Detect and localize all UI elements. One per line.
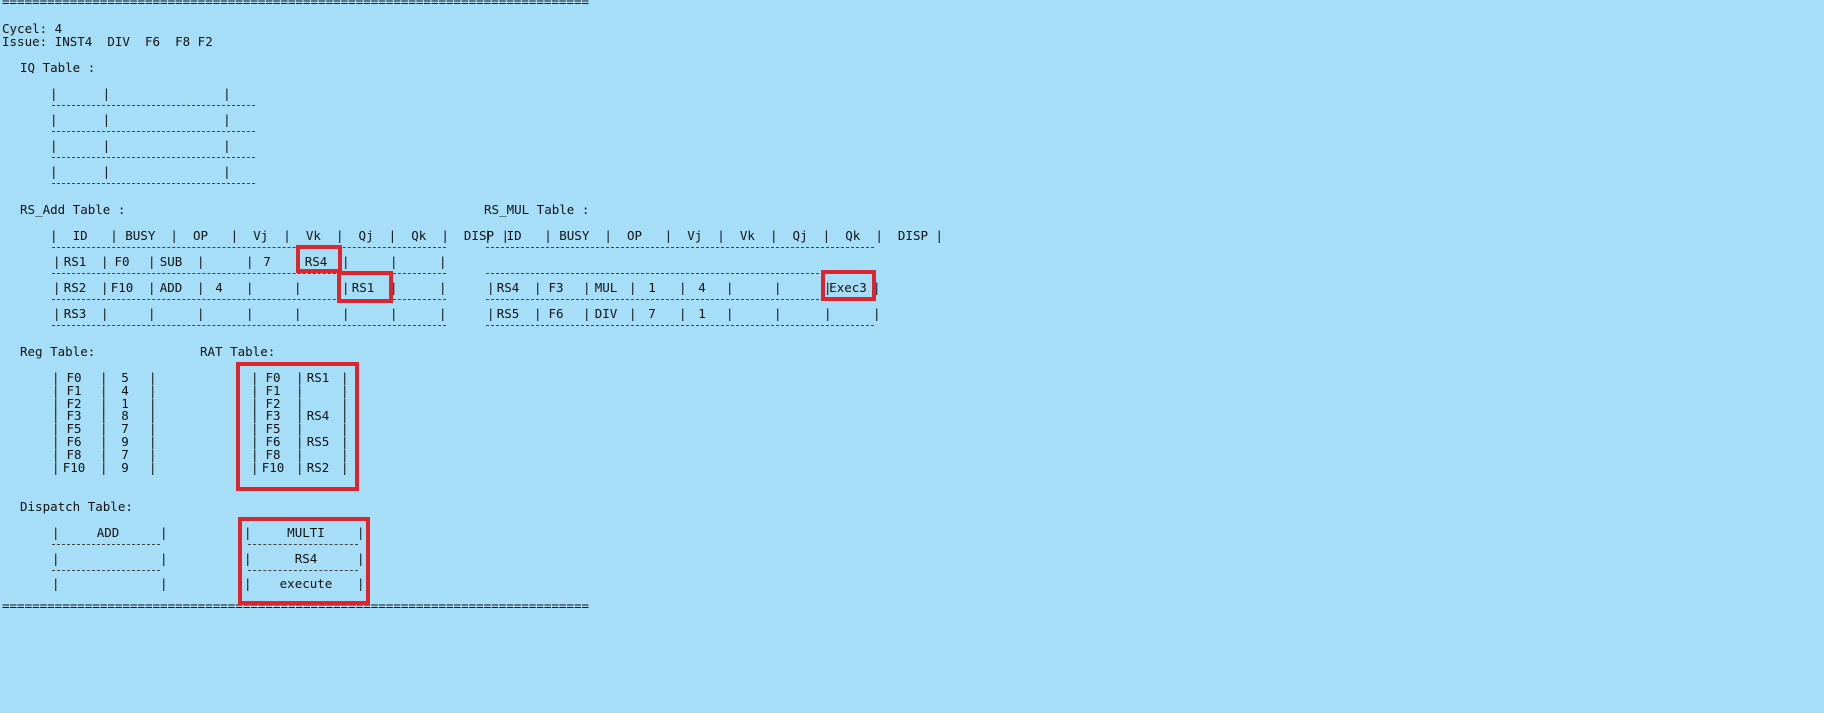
reg-table-title: Reg Table: [20, 344, 96, 359]
rs-add-divider [52, 247, 446, 248]
highlight-rs-mul-disp [821, 270, 876, 301]
dispatch-table-title: Dispatch Table: [20, 499, 133, 514]
iq-divider [52, 183, 255, 184]
rs-mul-cell-vk: 4 [698, 280, 706, 295]
rs-mul-divider [486, 273, 874, 274]
rs-add-cell-border: | [439, 254, 447, 269]
rs-mul-cell-border: | [824, 306, 832, 321]
dispatch-add-border: | [160, 576, 168, 591]
rs-mul-cell-vk: 1 [698, 306, 706, 321]
rs-add-cell-border: | [148, 306, 156, 321]
highlight-rs-add-qk [337, 271, 393, 303]
rs-mul-cell-border: | [873, 306, 881, 321]
dispatch-add-border: | [160, 525, 168, 540]
dispatch-add-border: | [160, 551, 168, 566]
dispatch-add-divider [52, 570, 160, 571]
dispatch-add-border: | [52, 525, 60, 540]
dispatch-add-cell: ADD [96, 525, 120, 540]
rs-mul-cell-border: | [774, 306, 782, 321]
dispatch-add-border: | [52, 576, 60, 591]
iq-row: | | | [50, 86, 231, 101]
dispatch-add-divider [52, 544, 160, 545]
rs-add-cell-border: | [390, 306, 398, 321]
iq-divider [52, 131, 255, 132]
rs-add-cell-vj: 4 [215, 280, 223, 295]
iq-divider [52, 157, 255, 158]
rs-add-cell-op: SUB [159, 254, 183, 269]
rs-mul-divider [486, 247, 874, 248]
rs-add-header: | ID | BUSY | OP | Vj | Vk | Qj | Qk | D… [50, 228, 510, 243]
rs-add-cell-border: | [294, 280, 302, 295]
iq-row: | | | [50, 138, 231, 153]
rs-add-cell-border: | [439, 280, 447, 295]
rs-add-cell-border: | [439, 306, 447, 321]
rs-add-title: RS_Add Table : [20, 202, 126, 217]
iq-table-title: IQ Table : [20, 60, 96, 75]
rs-mul-cell-border: | [774, 280, 782, 295]
reg-cell-border: | [149, 459, 157, 475]
rs-add-cell-border: | [246, 306, 254, 321]
dispatch-add-border: | [52, 551, 60, 566]
rat-table-title: RAT Table: [200, 344, 276, 359]
rs-mul-divider [486, 325, 874, 326]
iq-row: | | | [50, 164, 231, 179]
rs-add-cell-border: | [342, 306, 350, 321]
rs-mul-divider [486, 299, 874, 300]
rs-mul-header: | ID | BUSY | OP | Vj | Vk | Qj | Qk | D… [484, 228, 944, 243]
highlight-rs-add-qj [296, 245, 342, 273]
highlight-dispatch-multi [238, 517, 370, 605]
rs-add-cell-id: RS3 [63, 306, 87, 321]
rs-add-cell-border: | [294, 306, 302, 321]
issue-label: Issue: INST4 DIV F6 F8 F2 [2, 34, 213, 49]
highlight-rat-table [236, 362, 359, 491]
rs-add-cell-border: | [197, 306, 205, 321]
rs-mul-title: RS_MUL Table : [484, 202, 590, 217]
iq-row: | | | [50, 112, 231, 127]
rs-add-cell-border: | [390, 254, 398, 269]
rs-add-divider [52, 325, 446, 326]
top-rule: ========================================… [2, 0, 589, 9]
iq-divider [52, 105, 255, 106]
